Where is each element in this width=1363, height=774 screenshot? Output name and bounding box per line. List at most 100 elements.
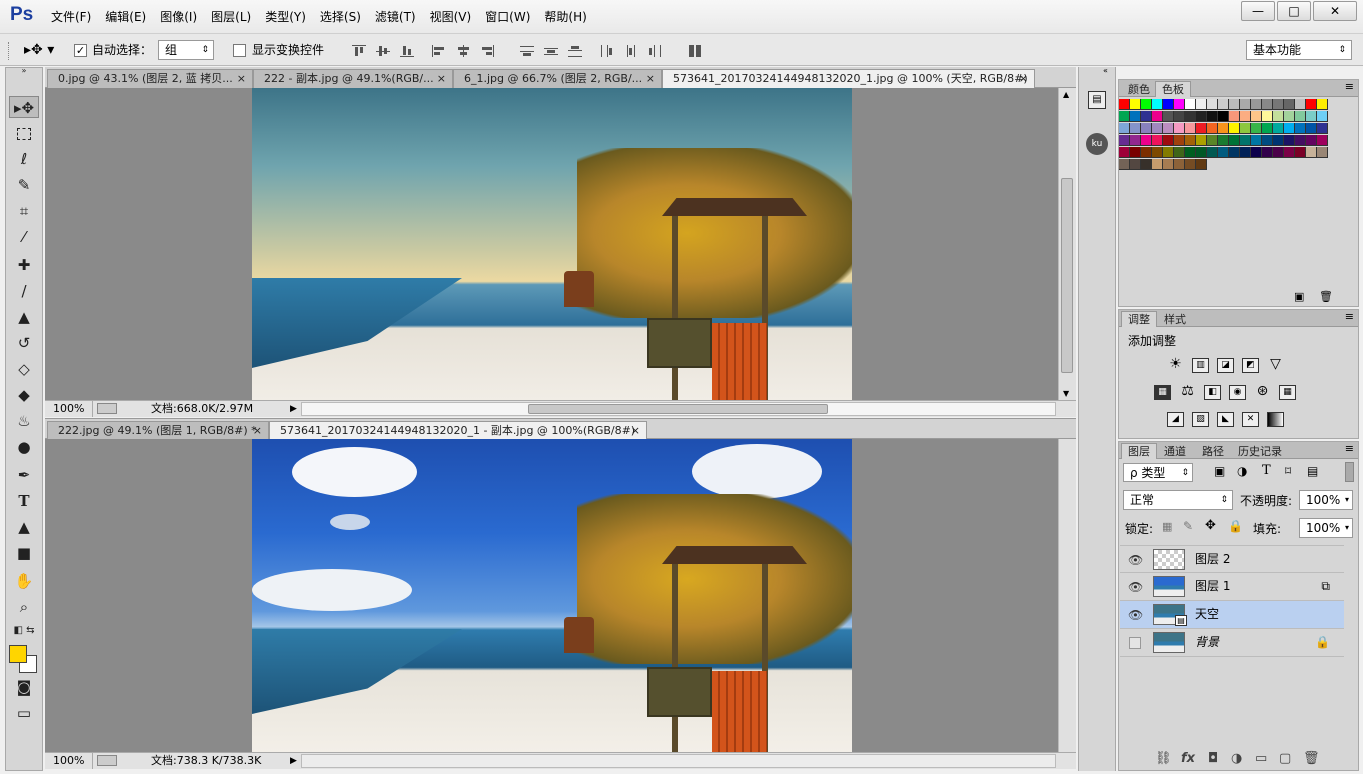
color-swatch[interactable] (1295, 123, 1306, 134)
color-swatch[interactable] (1130, 147, 1141, 158)
color-swatch[interactable] (1317, 135, 1328, 146)
color-swatch[interactable] (1306, 147, 1317, 158)
color-swatch[interactable] (1317, 99, 1328, 110)
color-swatch[interactable] (1196, 159, 1207, 170)
color-lookup-icon[interactable]: ▦ (1279, 385, 1296, 400)
color-swatch[interactable] (1251, 111, 1262, 122)
color-swatch[interactable] (1295, 135, 1306, 146)
doc2-vertical-scrollbar[interactable] (1058, 439, 1076, 752)
tab-layers[interactable]: 图层 (1121, 443, 1157, 459)
restore-button[interactable]: □ (1277, 1, 1311, 21)
color-swatch[interactable] (1295, 99, 1306, 110)
panel-menu-icon[interactable]: ≡ (1345, 442, 1354, 455)
blur-tool-icon[interactable]: ♨ (9, 410, 39, 432)
color-swatch[interactable] (1163, 135, 1174, 146)
channel-mixer-icon[interactable]: ⊛ (1254, 384, 1271, 400)
new-adjustment-layer-icon[interactable]: ◑ (1231, 751, 1242, 766)
menu-select[interactable]: 选择(S) (313, 9, 368, 25)
panel-menu-icon[interactable]: ≡ (1345, 80, 1354, 93)
close-button[interactable]: ✕ (1313, 1, 1357, 21)
color-swatch[interactable] (1284, 99, 1295, 110)
black-white-icon[interactable]: ◧ (1204, 385, 1221, 400)
color-swatch[interactable] (1229, 135, 1240, 146)
doc2-tab-1[interactable]: 573641_20170324144948132020_1 - 副本.jpg @… (269, 421, 647, 440)
swap-colors-icon[interactable]: ◧ ⇆ (9, 620, 39, 642)
color-swatch[interactable] (1174, 111, 1185, 122)
collapse-arrows-icon[interactable]: » (9, 66, 39, 76)
distribute-bottom-icon[interactable] (568, 45, 582, 57)
filter-pixel-icon[interactable]: ▣ (1214, 464, 1225, 478)
color-swatch[interactable] (1152, 159, 1163, 170)
color-swatch[interactable] (1284, 135, 1295, 146)
tab-styles[interactable]: 样式 (1157, 311, 1193, 327)
menu-edit[interactable]: 编辑(E) (98, 9, 153, 25)
layer-name[interactable]: 图层 2 (1195, 551, 1230, 567)
color-swatch[interactable] (1196, 123, 1207, 134)
color-swatch[interactable] (1185, 159, 1196, 170)
color-swatch[interactable] (1152, 111, 1163, 122)
color-swatch[interactable] (1251, 147, 1262, 158)
eraser-tool-icon[interactable]: ◇ (9, 358, 39, 380)
color-swatch[interactable] (1306, 99, 1317, 110)
eyedropper-tool-icon[interactable]: ⁄ (9, 226, 39, 248)
color-swatch[interactable] (1141, 99, 1152, 110)
color-swatch[interactable] (1262, 123, 1273, 134)
doc1-tab-3[interactable]: 573641_20170324144948132020_1.jpg @ 100%… (662, 69, 1035, 88)
color-swatch[interactable] (1273, 147, 1284, 158)
color-swatch[interactable] (1273, 99, 1284, 110)
visibility-eye-icon[interactable]: 👁 (1128, 580, 1143, 594)
filter-type-icon[interactable]: T (1262, 463, 1271, 478)
color-swatch[interactable] (1284, 147, 1295, 158)
vibrance-icon[interactable]: ▽ (1267, 357, 1284, 373)
color-swatch[interactable] (1185, 111, 1196, 122)
color-swatch[interactable] (1119, 123, 1130, 134)
ku-plugin-icon[interactable]: ku (1086, 133, 1108, 155)
align-hcenter-icon[interactable] (456, 45, 470, 57)
color-swatch[interactable] (1119, 99, 1130, 110)
panel-menu-icon[interactable]: ≡ (1345, 310, 1354, 323)
doc2-zoom-field[interactable]: 100% (45, 753, 93, 769)
layer-row[interactable]: 👁 图层 1 ⧉ (1120, 573, 1344, 601)
color-swatch[interactable] (1306, 123, 1317, 134)
tab-close-icon[interactable]: × (631, 422, 640, 440)
color-swatch[interactable] (1163, 123, 1174, 134)
minimize-button[interactable]: — (1241, 1, 1275, 21)
color-swatch[interactable] (1130, 99, 1141, 110)
scroll-down-icon[interactable]: ▼ (1063, 389, 1069, 398)
color-swatch[interactable] (1273, 123, 1284, 134)
foreground-color-swatch[interactable] (9, 645, 27, 663)
crop-tool-icon[interactable]: ⌗ (9, 200, 39, 222)
lock-transparent-icon[interactable]: ▦ (1162, 520, 1172, 533)
color-swatch[interactable] (1174, 147, 1185, 158)
color-swatch[interactable] (1251, 123, 1262, 134)
color-swatch[interactable] (1251, 99, 1262, 110)
color-swatch[interactable] (1273, 111, 1284, 122)
color-swatch[interactable] (1163, 99, 1174, 110)
tab-swatches[interactable]: 色板 (1155, 81, 1191, 97)
layer-name[interactable]: 图层 1 (1195, 578, 1230, 594)
color-swatch[interactable] (1207, 99, 1218, 110)
move-tool-icon[interactable]: ▸✥ (9, 96, 39, 118)
color-swatch[interactable] (1317, 147, 1328, 158)
lock-all-icon[interactable]: 🔒 (1228, 519, 1243, 533)
color-swatch[interactable] (1240, 135, 1251, 146)
color-swatch[interactable] (1196, 111, 1207, 122)
levels-icon[interactable]: ▥ (1192, 358, 1209, 373)
layer-name[interactable]: 天空 (1195, 606, 1219, 622)
color-swatch[interactable] (1207, 135, 1218, 146)
swatch-grid[interactable] (1119, 98, 1335, 186)
posterize-icon[interactable]: ▨ (1192, 412, 1209, 427)
filter-shape-icon[interactable]: ⌑ (1285, 464, 1291, 478)
new-layer-icon[interactable]: ▢ (1279, 751, 1291, 766)
color-swatch[interactable] (1152, 147, 1163, 158)
lock-position-icon[interactable]: ✥ (1205, 518, 1216, 533)
history-panel-icon[interactable]: ▤ (1088, 91, 1106, 109)
color-swatch[interactable] (1273, 135, 1284, 146)
auto-select-checkbox[interactable]: ✓ (74, 41, 87, 59)
tab-close-icon[interactable]: × (437, 70, 446, 88)
fill-field[interactable]: 100% ▾ (1299, 518, 1353, 538)
color-swatch[interactable] (1207, 147, 1218, 158)
align-top-icon[interactable] (352, 45, 366, 57)
color-swatch[interactable] (1163, 147, 1174, 158)
pen-tool-icon[interactable]: ✒ (9, 464, 39, 486)
